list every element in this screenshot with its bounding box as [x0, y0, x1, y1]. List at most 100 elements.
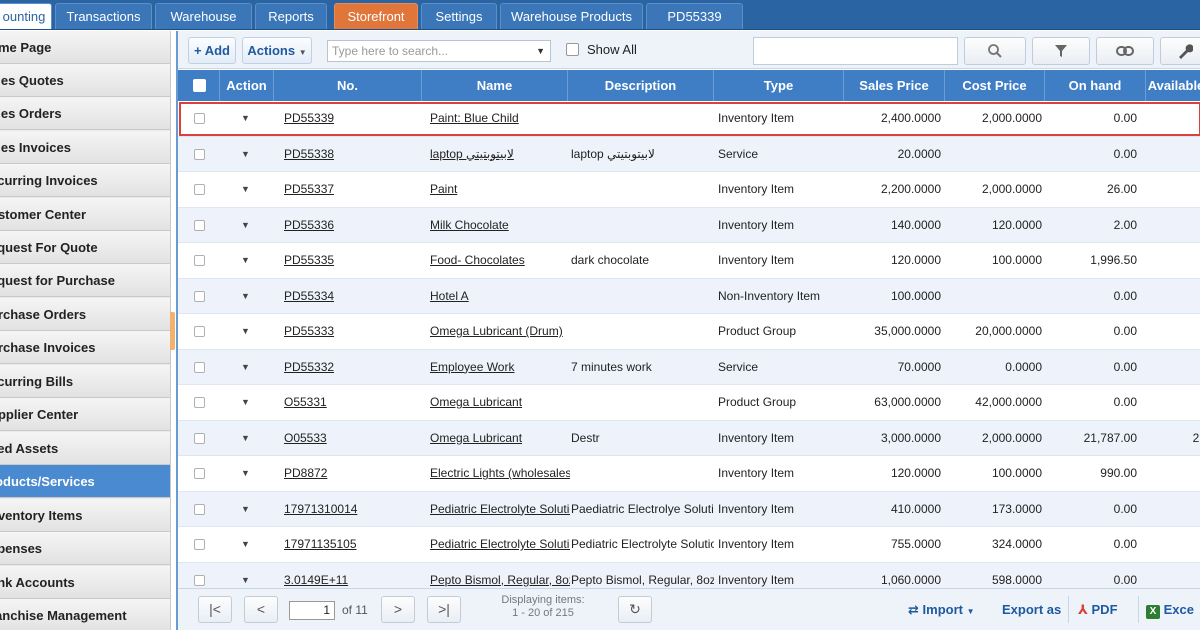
row-checkbox[interactable] [194, 148, 205, 160]
cell-no-text[interactable]: PD55332 [284, 360, 334, 374]
cell-name[interactable]: Omega Lubricant (Drum) [430, 314, 570, 349]
cell-no-text[interactable]: 17971135105 [284, 537, 357, 551]
show-all-checkbox[interactable] [566, 43, 579, 56]
table-row[interactable]: ▼ PD8872 Electric Lights (wholesales Invent… [178, 456, 1200, 492]
cell-name-text[interactable]: Food- Chocolates [430, 253, 525, 267]
add-button[interactable]: + Add [188, 37, 236, 64]
column-header-cost-price[interactable]: Cost Price [945, 70, 1045, 101]
cell-name-text[interactable]: Omega Lubricant [430, 395, 522, 409]
cell-no[interactable]: PD55336 [284, 208, 414, 243]
cell-no[interactable]: 3.0149E+11 [284, 563, 414, 589]
row-action-dropdown-icon[interactable]: ▼ [241, 279, 250, 314]
cell-no[interactable]: PD8872 [284, 456, 414, 491]
table-row[interactable]: ▼ 3.0149E+11 Pepto Bismol, Regular, 8oz Pep… [178, 562, 1200, 589]
table-row[interactable]: ▼ PD55337 Paint Inventory Item 2,200.0000 2,0… [178, 172, 1200, 208]
cell-no-text[interactable]: PD55338 [284, 147, 334, 161]
sidebar-item-request-for-purchase[interactable]: equest for Purchase [0, 264, 170, 297]
cell-no[interactable]: PD55334 [284, 279, 414, 314]
cell-no-text[interactable]: 3.0149E+11 [284, 573, 348, 587]
cell-name[interactable]: laptop لابيتوبتيتي [430, 137, 570, 172]
row-action-dropdown-icon[interactable]: ▼ [241, 172, 250, 207]
cell-no-text[interactable]: 17971310014 [284, 502, 357, 516]
cell-name[interactable]: Pediatric Electrolyte Solutio [430, 527, 570, 562]
cell-no[interactable]: PD55337 [284, 172, 414, 207]
table-row[interactable]: ▼ PD55338 laptop لابيتوبتيتي laptop لابيتوب… [178, 136, 1200, 172]
link-button[interactable] [1096, 37, 1154, 65]
tab-transactions[interactable]: Transactions [55, 3, 152, 29]
table-row[interactable]: ▼ 17971135105 Pediatric Electrolyte Soluti… [178, 527, 1200, 563]
cell-no-text[interactable]: PD55334 [284, 289, 334, 303]
actions-button[interactable]: Actions ▼ [242, 37, 312, 64]
row-checkbox[interactable] [194, 397, 205, 408]
sidebar-item-purchase-orders[interactable]: urchase Orders [0, 298, 170, 331]
cell-no[interactable]: PD55338 [284, 137, 414, 172]
cell-name-text[interactable]: Paint: Blue Child [430, 111, 519, 125]
sidebar-item-recurring-bills[interactable]: ecurring Bills [0, 365, 170, 398]
cell-name-text[interactable]: Pediatric Electrolyte Solutio [430, 537, 570, 551]
row-action-dropdown-icon[interactable]: ▼ [241, 208, 250, 243]
row-checkbox[interactable] [194, 326, 205, 337]
cell-no[interactable]: 17971135105 [284, 527, 414, 562]
row-checkbox[interactable] [194, 432, 205, 444]
export-excel-button[interactable]: X Exce [1146, 596, 1194, 623]
table-row[interactable]: ▼ PD55332 Employee Work 7 minutes work Servi… [178, 349, 1200, 385]
row-action-dropdown-icon[interactable]: ▼ [241, 385, 250, 420]
cell-no[interactable]: PD55333 [284, 314, 414, 349]
table-row[interactable]: ▼ PD55334 Hotel A Non-Inventory Item 100.000… [178, 278, 1200, 314]
table-row[interactable]: ▼ PD55335 Food- Chocolates dark chocolate In… [178, 243, 1200, 279]
next-page-button[interactable]: > [381, 596, 415, 623]
sidebar-item-sales-quotes[interactable]: ales Quotes [0, 64, 170, 97]
cell-name[interactable]: Paint [430, 172, 570, 207]
sidebar-item-products-services[interactable]: roducts/Services [0, 465, 170, 498]
cell-name[interactable]: Omega Lubricant [430, 421, 570, 456]
row-action-dropdown-icon[interactable]: ▼ [241, 314, 250, 349]
row-action-dropdown-icon[interactable]: ▼ [241, 101, 250, 136]
cell-no-text[interactable]: PD55339 [284, 111, 334, 125]
cell-no-text[interactable]: PD55335 [284, 253, 334, 267]
cell-name-text[interactable]: Omega Lubricant [430, 431, 522, 445]
cell-name-text[interactable]: Hotel A [430, 289, 469, 303]
cell-no[interactable]: PD55335 [284, 243, 414, 278]
row-checkbox[interactable] [194, 468, 205, 479]
cell-name-text[interactable]: Employee Work [430, 360, 514, 374]
cell-no-text[interactable]: O55331 [284, 395, 327, 409]
cell-name[interactable]: Paint: Blue Child [430, 101, 570, 136]
cell-no[interactable]: O05533 [284, 421, 414, 456]
cell-no-text[interactable]: PD55333 [284, 324, 334, 338]
cell-no-text[interactable]: PD55336 [284, 218, 334, 232]
cell-name-text[interactable]: Electric Lights (wholesales [430, 466, 570, 480]
prev-page-button[interactable]: < [244, 596, 278, 623]
row-action-dropdown-icon[interactable]: ▼ [241, 137, 250, 172]
row-checkbox[interactable] [194, 361, 205, 373]
column-header-on-hand[interactable]: On hand [1045, 70, 1146, 101]
cell-name-text[interactable]: Paint [430, 182, 457, 196]
cell-name[interactable]: Hotel A [430, 279, 570, 314]
tab-storefront[interactable]: Storefront [334, 3, 418, 29]
row-checkbox[interactable] [194, 539, 205, 550]
cell-name[interactable]: Electric Lights (wholesales [430, 456, 570, 491]
row-action-dropdown-icon[interactable]: ▼ [241, 492, 250, 527]
tab-settings[interactable]: Settings [421, 3, 497, 29]
search-button[interactable] [964, 37, 1026, 65]
cell-no-text[interactable]: O05533 [284, 431, 327, 445]
sidebar-item-request-for-quote[interactable]: equest For Quote [0, 231, 170, 264]
filter-button[interactable] [1032, 37, 1090, 65]
import-button[interactable]: ⇄ Import ▼ [908, 596, 975, 623]
row-action-dropdown-icon[interactable]: ▼ [241, 527, 250, 562]
table-row[interactable]: ▼ PD55336 Milk Chocolate Inventory Item 140.… [178, 207, 1200, 243]
tab-pd55339[interactable]: PD55339 [646, 3, 743, 29]
cell-name-text[interactable]: Pediatric Electrolyte Solutio [430, 502, 570, 516]
cell-name[interactable]: Omega Lubricant [430, 385, 570, 420]
cell-no-text[interactable]: PD55337 [284, 182, 334, 196]
row-checkbox[interactable] [194, 503, 205, 515]
cell-no[interactable]: 17971310014 [284, 492, 414, 527]
tab-warehouse[interactable]: Warehouse [155, 3, 252, 29]
row-action-dropdown-icon[interactable]: ▼ [241, 421, 250, 456]
first-page-button[interactable]: |< [198, 596, 232, 623]
sidebar-item-recurring-invoices[interactable]: ecurring Invoices [0, 164, 170, 197]
column-header-available[interactable]: Available [1146, 70, 1200, 101]
sidebar-item-inventory-items[interactable]: nventory Items [0, 499, 170, 532]
column-header-sales-price[interactable]: Sales Price [844, 70, 945, 101]
column-header-action[interactable]: Action [220, 70, 274, 101]
sidebar-item-expenses[interactable]: xpenses [0, 532, 170, 565]
